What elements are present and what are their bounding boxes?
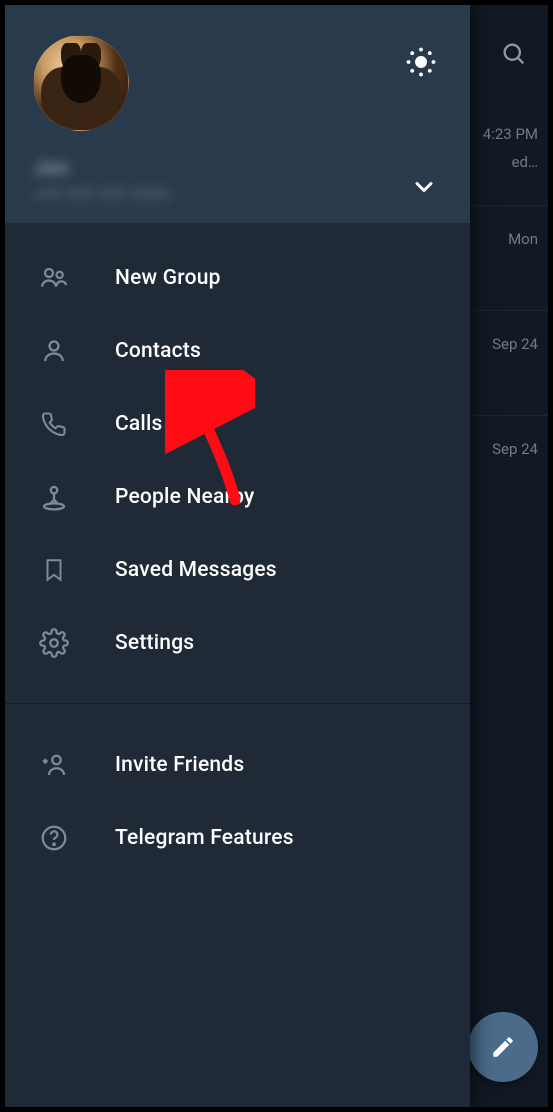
chat-time: Mon xyxy=(508,230,548,248)
search-icon[interactable] xyxy=(500,40,528,68)
menu-label: Telegram Features xyxy=(115,826,294,850)
add-person-icon xyxy=(39,750,69,780)
chat-time: Sep 24 xyxy=(492,335,548,353)
chevron-down-icon[interactable] xyxy=(410,173,438,201)
navigation-drawer: Jen +00 000 000 0000 New Group Contacts xyxy=(5,5,470,1107)
menu-label: Contacts xyxy=(115,339,201,363)
menu-label: Saved Messages xyxy=(115,558,277,582)
profile-name: Jen xyxy=(33,156,450,181)
people-nearby-icon xyxy=(39,482,69,512)
menu-item-saved-messages[interactable]: Saved Messages xyxy=(5,533,470,606)
chat-preview: ed… xyxy=(512,153,548,171)
menu-primary: New Group Contacts Calls People Nearby xyxy=(5,223,470,697)
chat-time: Sep 24 xyxy=(492,440,548,458)
menu-item-settings[interactable]: Settings xyxy=(5,606,470,679)
profile-phone: +00 000 000 0000 xyxy=(33,185,450,205)
menu-item-telegram-features[interactable]: Telegram Features xyxy=(5,801,470,874)
theme-toggle-icon[interactable] xyxy=(404,45,438,79)
menu-item-invite-friends[interactable]: Invite Friends xyxy=(5,728,470,801)
menu-label: Calls xyxy=(115,412,163,436)
avatar[interactable] xyxy=(33,35,129,131)
person-icon xyxy=(39,336,69,366)
drawer-header: Jen +00 000 000 0000 xyxy=(5,5,470,223)
menu-label: People Nearby xyxy=(115,485,255,509)
menu-item-contacts[interactable]: Contacts xyxy=(5,314,470,387)
menu-label: Settings xyxy=(115,631,194,655)
phone-icon xyxy=(39,409,69,439)
menu-label: Invite Friends xyxy=(115,753,244,777)
bookmark-icon xyxy=(39,555,69,585)
group-icon xyxy=(39,263,69,293)
help-icon xyxy=(39,823,69,853)
gear-icon xyxy=(39,628,69,658)
menu-secondary: Invite Friends Telegram Features xyxy=(5,710,470,892)
menu-divider xyxy=(5,703,470,704)
chat-list-background: 4:23 PM ed… Mon Sep 24 Sep 24 xyxy=(458,5,548,1107)
chat-time: 4:23 PM xyxy=(483,125,548,143)
menu-item-new-group[interactable]: New Group xyxy=(5,241,470,314)
menu-item-people-nearby[interactable]: People Nearby xyxy=(5,460,470,533)
compose-button[interactable] xyxy=(468,1012,538,1082)
menu-item-calls[interactable]: Calls xyxy=(5,387,470,460)
menu-label: New Group xyxy=(115,266,221,290)
